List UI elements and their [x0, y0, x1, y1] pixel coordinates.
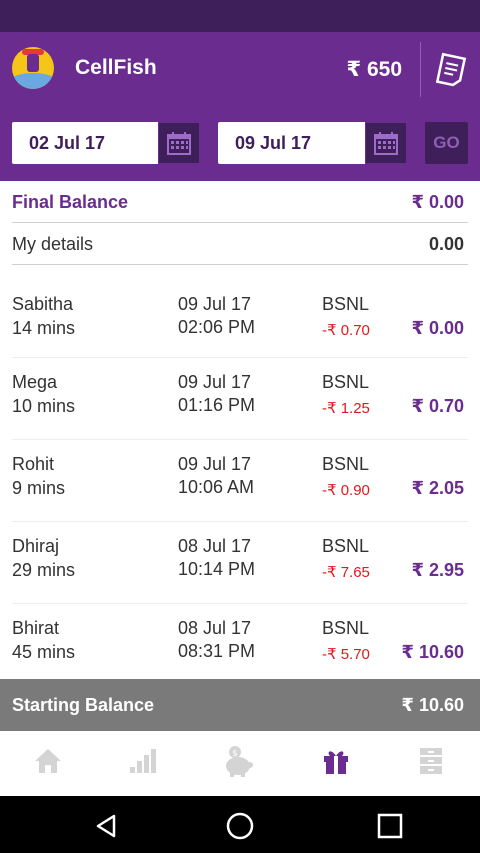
list-item[interactable]: Sabitha 14 mins 09 Jul 17 02:06 PM BSNL …: [12, 280, 468, 358]
list-item[interactable]: Dhiraj 29 mins 08 Jul 17 10:14 PM BSNL -…: [12, 522, 468, 604]
my-details-label: My details: [12, 234, 94, 254]
app-header: CellFish ₹ 650 02 Jul 17 09 Jul 17 GO: [0, 32, 480, 181]
piggy-bank-icon[interactable]: $: [218, 741, 258, 781]
starting-balance-label: Starting Balance: [12, 695, 155, 715]
call-duration: 45 mins: [12, 642, 76, 662]
call-duration: 10 mins: [12, 396, 76, 416]
call-time: 02:06 PM: [178, 317, 256, 337]
call-operator: BSNL: [322, 454, 370, 474]
receipt-icon[interactable]: [430, 50, 470, 90]
home-nav-icon[interactable]: [220, 806, 260, 846]
caller-name: Sabitha: [12, 294, 74, 314]
call-operator: BSNL: [322, 618, 370, 638]
call-charge: -₹ 1.25: [322, 400, 370, 417]
running-balance: ₹ 2.95: [411, 560, 464, 580]
final-balance-value: ₹ 0.00: [411, 192, 464, 212]
home-icon[interactable]: [28, 741, 68, 781]
call-time: 10:06 AM: [178, 477, 255, 497]
starting-balance-value: ₹ 10.60: [401, 695, 464, 715]
from-date-field[interactable]: 02 Jul 17: [12, 122, 200, 164]
call-charge: -₹ 5.70: [322, 646, 370, 663]
caller-name: Dhiraj: [12, 536, 60, 556]
call-date: 09 Jul 17: [178, 454, 252, 474]
list-item[interactable]: Rohit 9 mins 09 Jul 17 10:06 AM BSNL -₹ …: [12, 440, 468, 522]
call-date: 08 Jul 17: [178, 618, 252, 638]
list-item[interactable]: Bhirat 45 mins 08 Jul 17 08:31 PM BSNL -…: [12, 604, 468, 686]
call-operator: BSNL: [322, 294, 370, 314]
running-balance: ₹ 0.70: [411, 396, 464, 416]
bottom-tab-bar: $: [0, 731, 480, 796]
call-duration: 9 mins: [12, 478, 66, 498]
call-operator: BSNL: [322, 536, 370, 556]
running-balance: ₹ 0.00: [411, 318, 464, 338]
call-date: 09 Jul 17: [178, 372, 252, 392]
to-date-field[interactable]: 09 Jul 17: [218, 122, 407, 164]
my-details-row[interactable]: My details 0.00: [12, 223, 468, 265]
call-duration: 29 mins: [12, 560, 76, 580]
final-balance-row: Final Balance ₹ 0.00: [12, 181, 468, 223]
go-button[interactable]: GO: [425, 122, 468, 164]
starting-balance-bar: Starting Balance ₹ 10.60: [0, 679, 480, 731]
running-balance: ₹ 2.05: [411, 478, 464, 498]
call-charge: -₹ 0.70: [322, 322, 370, 339]
header-divider: [420, 42, 421, 97]
recents-icon[interactable]: [370, 806, 410, 846]
call-duration: 14 mins: [12, 318, 76, 338]
call-time: 01:16 PM: [178, 395, 256, 415]
call-time: 10:14 PM: [178, 559, 256, 579]
calendar-icon[interactable]: [158, 122, 200, 164]
call-operator: BSNL: [322, 372, 370, 392]
calendar-icon[interactable]: [365, 122, 407, 164]
gift-icon[interactable]: [316, 741, 356, 781]
app-name: CellFish: [75, 56, 157, 79]
call-list: Sabitha 14 mins 09 Jul 17 02:06 PM BSNL …: [12, 280, 468, 686]
status-bar: [0, 0, 480, 32]
call-charge: -₹ 0.90: [322, 482, 370, 499]
to-date-value: 09 Jul 17: [235, 133, 312, 153]
call-time: 08:31 PM: [178, 641, 256, 661]
final-balance-label: Final Balance: [12, 192, 129, 212]
account-balance: ₹ 650: [346, 58, 402, 81]
caller-name: Rohit: [12, 454, 55, 474]
history-icon[interactable]: [411, 741, 451, 781]
caller-name: Mega: [12, 372, 58, 392]
call-charge: -₹ 7.65: [322, 564, 370, 581]
call-date: 08 Jul 17: [178, 536, 252, 556]
my-details-value: 0.00: [428, 234, 464, 254]
bar-chart-icon[interactable]: [123, 741, 163, 781]
system-navigation-bar: [0, 796, 480, 853]
back-icon[interactable]: [86, 806, 126, 846]
app-logo: [12, 47, 54, 89]
running-balance: ₹ 10.60: [401, 642, 464, 662]
call-date: 09 Jul 17: [178, 294, 252, 314]
from-date-value: 02 Jul 17: [29, 133, 106, 153]
list-item[interactable]: Mega 10 mins 09 Jul 17 01:16 PM BSNL -₹ …: [12, 358, 468, 440]
caller-name: Bhirat: [12, 618, 60, 638]
